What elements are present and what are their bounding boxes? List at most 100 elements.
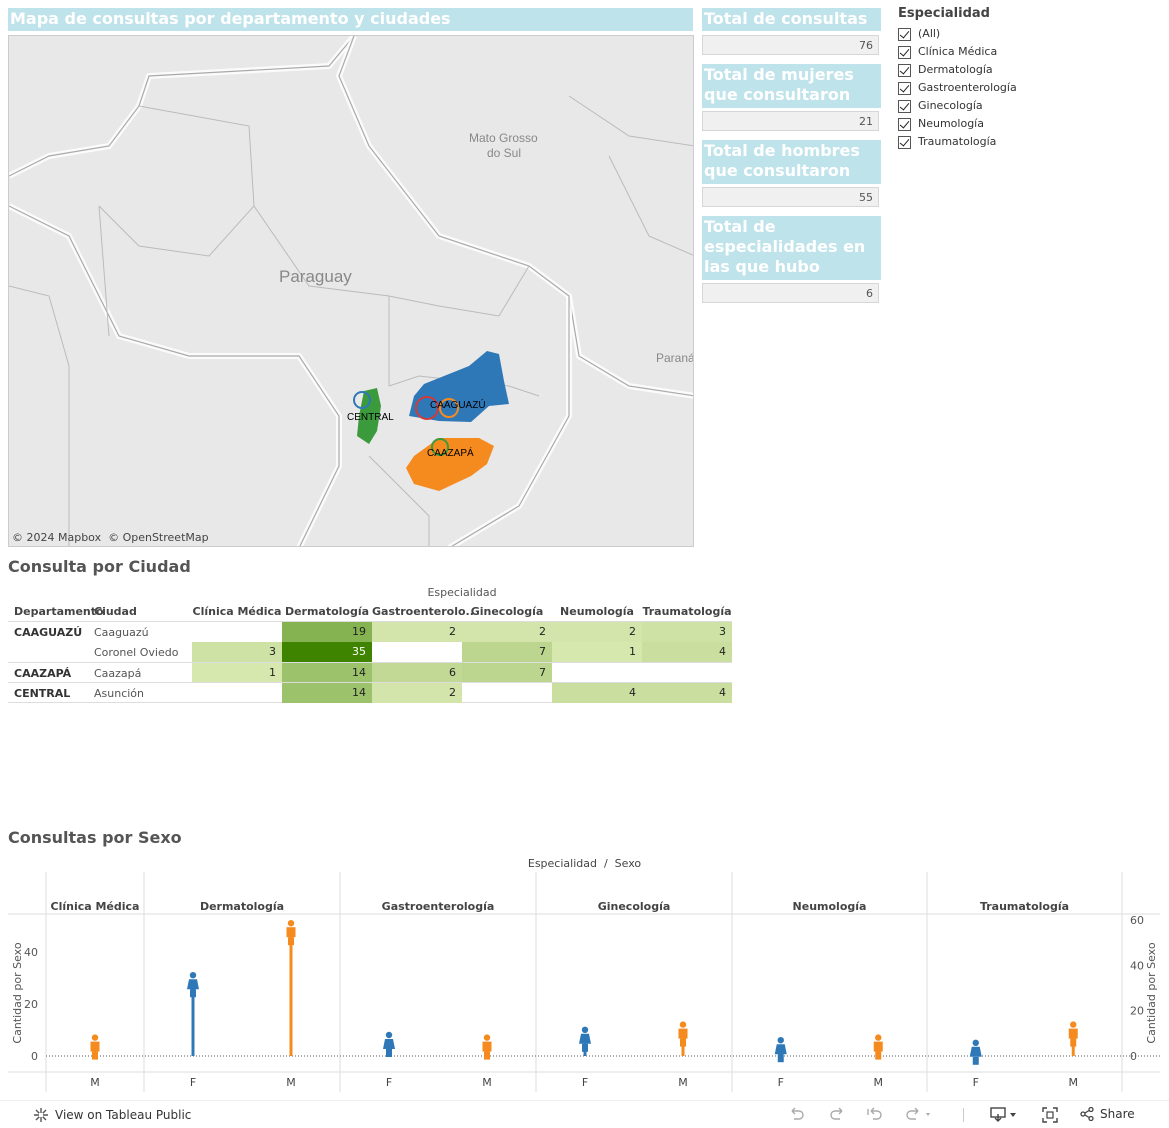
map-label-central: CENTRAL xyxy=(347,412,394,423)
revert-icon[interactable] xyxy=(866,1107,884,1123)
x-tick-sex: F xyxy=(582,1076,588,1089)
table-cell[interactable]: 6 xyxy=(372,663,462,683)
x-tick-sex: M xyxy=(678,1076,688,1089)
person-icon-head xyxy=(91,1034,99,1041)
table-cell[interactable]: 2 xyxy=(552,622,642,642)
table-cell[interactable]: 3 xyxy=(642,622,732,642)
footer-toolbar: View on Tableau Public Share xyxy=(0,1100,1169,1128)
filter-item-label: Clínica Médica xyxy=(918,45,998,58)
table-cell[interactable]: 14 xyxy=(282,683,372,703)
filter-item-label: Traumatología xyxy=(918,135,997,148)
person-icon-legs xyxy=(582,1043,588,1052)
map-label-caaguazu: CAAGUAZÚ xyxy=(430,398,486,411)
table-cell[interactable]: 2 xyxy=(372,622,462,642)
map-view[interactable]: Paraguay Mato Grosso do Sul Paraná CENTR… xyxy=(8,35,694,547)
female-icon xyxy=(579,1033,591,1044)
crosstab-table: Departamento Ciudad Clínica Médica Dermatol… xyxy=(8,602,732,703)
table-cell[interactable]: 2 xyxy=(372,683,462,703)
y-tick-right: 60 xyxy=(1130,914,1144,927)
y-tick-right: 40 xyxy=(1130,959,1144,972)
kpi-title-total: Total de consultas xyxy=(702,8,881,31)
view-on-tableau-link[interactable]: View on Tableau Public xyxy=(34,1108,191,1122)
table-cell[interactable]: 4 xyxy=(642,642,732,662)
row-departamento: CAAZAPÁ xyxy=(14,667,72,680)
map-label-caazapa: CAAZAPÁ xyxy=(427,446,474,459)
table-row: CENTRAL Asunción 14 2 4 4 xyxy=(8,682,732,703)
male-icon xyxy=(286,927,296,938)
map-title: Mapa de consultas por departamento y ciu… xyxy=(8,8,693,31)
checkbox-checked-icon[interactable] xyxy=(898,81,911,95)
table-cell[interactable]: 2 xyxy=(462,622,552,642)
table-row: CAAGUAZÚ Caaguazú 19 2 2 2 3 xyxy=(8,622,732,642)
kpi-value-specialties: 6 xyxy=(702,283,879,303)
checkbox-checked-icon[interactable] xyxy=(898,63,911,77)
map-label-country: Paraguay xyxy=(279,267,352,286)
filter-item-label: Neumología xyxy=(918,117,984,130)
column-header[interactable]: Dermatología xyxy=(282,605,372,618)
map-attribution[interactable]: © 2024 Mapbox © OpenStreetMap xyxy=(12,531,209,544)
table-cell[interactable]: 35 xyxy=(282,642,372,662)
fullscreen-icon[interactable] xyxy=(1042,1107,1058,1123)
share-button[interactable]: Share xyxy=(1080,1107,1135,1121)
column-header[interactable]: Ginecología xyxy=(462,605,552,618)
sex-chart-header: Especialidad / Sexo xyxy=(527,857,642,870)
filter-item[interactable]: Ginecología xyxy=(898,97,1098,115)
female-icon xyxy=(187,979,199,990)
x-tick-sex: F xyxy=(386,1076,392,1089)
row-ciudad: Caazapá xyxy=(94,667,142,680)
table-cell[interactable]: 7 xyxy=(462,663,552,683)
person-icon-head xyxy=(875,1034,882,1041)
person-icon-legs xyxy=(1070,1038,1077,1047)
kpi-title-specialties: Total de especialidades en las que hubo xyxy=(702,216,881,280)
table-cell[interactable]: 3 xyxy=(192,642,282,662)
filter-item[interactable]: Gastroenterología xyxy=(898,79,1098,97)
filter-item[interactable]: Clínica Médica xyxy=(898,43,1098,61)
checkbox-checked-icon[interactable] xyxy=(898,135,911,149)
column-header[interactable]: Clínica Médica xyxy=(192,605,282,618)
header-departamento: Departamento xyxy=(14,605,104,618)
table-cell[interactable]: 1 xyxy=(552,642,642,662)
undo-icon[interactable] xyxy=(788,1107,806,1123)
panel-header: Clínica Médica xyxy=(51,900,140,913)
table-cell[interactable]: 4 xyxy=(642,683,732,703)
male-icon xyxy=(1068,1028,1078,1039)
filter-item[interactable]: Dermatología xyxy=(898,61,1098,79)
table-cell[interactable]: 1 xyxy=(192,663,282,683)
crosstab-title: Consulta por Ciudad xyxy=(8,557,191,576)
checkbox-checked-icon[interactable] xyxy=(898,99,911,113)
checkbox-checked-icon[interactable] xyxy=(898,45,911,59)
y-tick-right: 0 xyxy=(1130,1050,1137,1063)
column-header[interactable]: Neumología xyxy=(552,605,642,618)
download-icon[interactable] xyxy=(990,1107,1020,1123)
x-tick-sex: M xyxy=(874,1076,884,1089)
column-header[interactable]: Gastroenterolo.. xyxy=(372,605,474,618)
table-cell[interactable] xyxy=(372,642,462,662)
x-tick-sex: F xyxy=(778,1076,784,1089)
person-icon-head xyxy=(1070,1021,1077,1028)
filter-item[interactable]: Neumología xyxy=(898,115,1098,133)
map-canvas: Paraguay Mato Grosso do Sul Paraná CENTR… xyxy=(9,36,693,546)
kpi-title-men-l1: Total de hombres xyxy=(704,141,860,160)
column-header[interactable]: Traumatología xyxy=(642,605,732,618)
header-ciudad: Ciudad xyxy=(94,605,137,618)
filter-item[interactable]: Traumatología xyxy=(898,133,1098,151)
filter-item[interactable]: (All) xyxy=(898,25,1098,43)
table-cell[interactable]: 14 xyxy=(282,663,372,683)
person-icon-head xyxy=(581,1026,589,1033)
kpi-title-spec-l3: las que hubo xyxy=(704,257,820,276)
department-caazapa xyxy=(406,438,494,491)
x-tick-sex: M xyxy=(482,1076,492,1089)
table-cell[interactable]: 19 xyxy=(282,622,372,642)
row-ciudad: Asunción xyxy=(94,687,145,700)
refresh-icon[interactable] xyxy=(904,1107,934,1123)
table-cell[interactable]: 4 xyxy=(552,683,642,703)
checkbox-checked-icon[interactable] xyxy=(898,117,911,131)
x-tick-sex: F xyxy=(190,1076,196,1089)
person-icon-head xyxy=(483,1034,491,1041)
table-cell[interactable]: 7 xyxy=(462,642,552,662)
tableau-logo-icon xyxy=(34,1108,48,1122)
person-icon-legs xyxy=(680,1038,686,1047)
redo-icon[interactable] xyxy=(828,1107,846,1123)
checkbox-checked-icon[interactable] xyxy=(898,27,911,41)
share-icon xyxy=(1080,1107,1094,1121)
